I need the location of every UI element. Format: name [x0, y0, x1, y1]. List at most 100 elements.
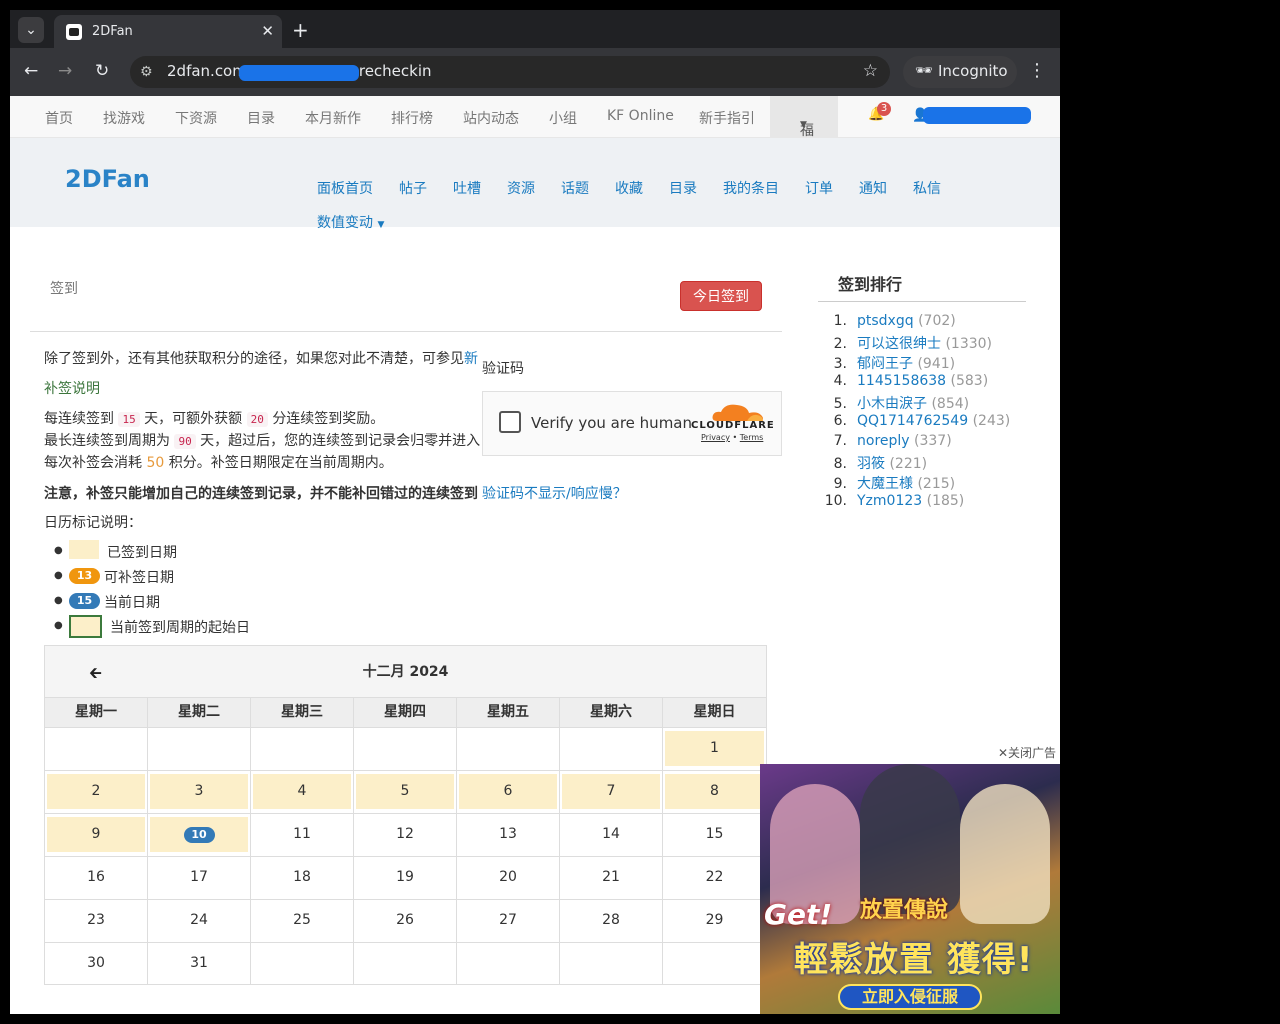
calendar-day[interactable]: 22 [663, 856, 766, 899]
game-ad-banner[interactable]: Get! 放置傳說 輕鬆放置 獲得! 立即入侵征服 [760, 764, 1060, 1014]
day-number: 4 [297, 783, 307, 799]
rank-user-link[interactable]: 可以这很绅士 [857, 336, 941, 352]
day-number: 17 [190, 869, 208, 885]
rank-user-link[interactable]: noreply [857, 433, 910, 449]
calendar-day[interactable]: 30 [45, 942, 148, 985]
calendar-day[interactable]: 31 [148, 942, 251, 985]
calendar-day[interactable]: 19 [354, 856, 457, 899]
day-number: 26 [396, 912, 414, 928]
subnav-link[interactable]: 面板首页 [317, 178, 373, 198]
calendar-day[interactable]: 13 [457, 813, 560, 856]
site-info-icon[interactable]: ⚙ [140, 64, 153, 80]
rank-number: 6. [833, 413, 847, 429]
fuli-dropdown[interactable]: 福利 ▼ [770, 96, 838, 159]
rank-user-link[interactable]: 小木由淚子 [857, 396, 927, 412]
calendar-day[interactable]: 17 [148, 856, 251, 899]
calendar-day[interactable]: 14 [560, 813, 663, 856]
tab-search-icon[interactable]: ⌄ [18, 17, 44, 43]
checkin-today-button[interactable]: 今日签到 [680, 281, 762, 311]
subnav-link[interactable]: 私信 [913, 178, 941, 198]
calendar-day[interactable]: 16 [45, 856, 148, 899]
browser-window: ⌄ 2DFan ✕ + ← → ↻ ⚙ 2dfan.com recheckin ☆… [10, 10, 1060, 1014]
calendar-day[interactable]: 3 [148, 770, 251, 813]
bookmark-star-icon[interactable]: ☆ [863, 61, 878, 81]
subnav-link[interactable]: 目录 [669, 178, 697, 198]
close-icon[interactable]: ✕ [261, 22, 274, 40]
calendar-day[interactable]: 10 [148, 813, 251, 856]
calendar-day[interactable]: 23 [45, 899, 148, 942]
caret-down-icon: ▼ [800, 120, 807, 130]
calendar-day[interactable]: 27 [457, 899, 560, 942]
reload-icon[interactable]: ↻ [95, 61, 109, 81]
subnav-link[interactable]: 订单 [805, 178, 833, 198]
subnav-link[interactable]: 资源 [507, 178, 535, 198]
subnav-link[interactable]: 话题 [561, 178, 589, 198]
ad-get-text: Get! [764, 898, 833, 931]
rank-number: 3. [833, 356, 847, 372]
rank-user-link[interactable]: 1145158638 [857, 373, 946, 389]
rank-user-link[interactable]: Yzm0123 [857, 493, 922, 509]
calendar-day[interactable]: 24 [148, 899, 251, 942]
close-ad-button[interactable]: ✕关闭广告 [998, 744, 1056, 761]
subnav-link[interactable]: 我的条目 [723, 178, 779, 198]
nav-item[interactable]: 站内动态 [463, 108, 519, 128]
nav-item[interactable]: 小组 [549, 108, 577, 128]
calendar-day[interactable]: 8 [663, 770, 766, 813]
new-tab-icon[interactable]: + [292, 18, 309, 42]
rank-user-link[interactable]: 郁闷王子 [857, 356, 913, 372]
calendar-day[interactable]: 29 [663, 899, 766, 942]
calendar-day[interactable]: 2 [45, 770, 148, 813]
calendar-day[interactable]: 26 [354, 899, 457, 942]
nav-item[interactable]: 本月新作 [305, 108, 361, 128]
subnav-link[interactable]: 吐槽 [453, 178, 481, 198]
terms-link[interactable]: Terms [740, 433, 764, 442]
ranking-item: 6. QQ1714762549 (243) [822, 413, 1011, 429]
nav-item[interactable]: KF Online [607, 108, 674, 124]
nav-item[interactable]: 首页 [45, 108, 73, 128]
address-bar[interactable]: ⚙ 2dfan.com recheckin ☆ [130, 56, 890, 88]
calendar-empty-cell [251, 942, 354, 985]
verify-checkbox[interactable] [499, 411, 521, 433]
calendar-empty-cell [251, 727, 354, 770]
browser-tab[interactable]: 2DFan ✕ [54, 15, 282, 48]
calendar-day[interactable]: 1 [663, 727, 766, 770]
calendar-day[interactable]: 5 [354, 770, 457, 813]
calendar-day[interactable]: 11 [251, 813, 354, 856]
privacy-link[interactable]: Privacy [701, 433, 730, 442]
forward-icon[interactable]: → [58, 61, 72, 81]
day-number: 19 [396, 869, 414, 885]
calendar-day[interactable]: 20 [457, 856, 560, 899]
brand-logo[interactable]: 2DFan [65, 165, 150, 193]
menu-kebab-icon[interactable]: ⋮ [1028, 60, 1046, 81]
calendar-day[interactable]: 9 [45, 813, 148, 856]
calendar-day[interactable]: 18 [251, 856, 354, 899]
calendar-day[interactable]: 28 [560, 899, 663, 942]
calendar-day[interactable]: 7 [560, 770, 663, 813]
intro-link[interactable]: 新 [464, 351, 478, 367]
nav-item[interactable]: 新手指引 [699, 108, 755, 128]
nav-item[interactable]: 排行榜 [391, 108, 433, 128]
rank-user-link[interactable]: 羽筱 [857, 456, 885, 472]
subnav-link[interactable]: 通知 [859, 178, 887, 198]
rank-user-link[interactable]: 大魔王様 [857, 476, 913, 492]
rule-line-2: 最长连续签到周期为 90 天，超过后，您的连续签到记录会归零并进入 [44, 433, 481, 449]
calendar-day[interactable]: 12 [354, 813, 457, 856]
ad-cta-button[interactable]: 立即入侵征服 [838, 984, 982, 1010]
ad-game-logo: 放置傳說 [860, 898, 949, 923]
calendar-day[interactable]: 25 [251, 899, 354, 942]
nav-item[interactable]: 目录 [247, 108, 275, 128]
back-icon[interactable]: ← [24, 61, 38, 81]
subnav-link[interactable]: 收藏 [615, 178, 643, 198]
value-change-dropdown[interactable]: 数值变动 ▼ [317, 212, 384, 232]
rank-user-link[interactable]: ptsdxgq [857, 313, 914, 329]
rank-user-link[interactable]: QQ1714762549 [857, 413, 968, 429]
nav-item[interactable]: 下资源 [175, 108, 217, 128]
captcha-help-link[interactable]: 验证码不显示/响应慢？ [482, 483, 627, 503]
subnav-link[interactable]: 帖子 [399, 178, 427, 198]
calendar-day[interactable]: 15 [663, 813, 766, 856]
calendar-day[interactable]: 6 [457, 770, 560, 813]
nav-item[interactable]: 找游戏 [103, 108, 145, 128]
calendar-day[interactable]: 21 [560, 856, 663, 899]
calendar-day[interactable]: 4 [251, 770, 354, 813]
incognito-indicator[interactable]: 🕶 Incognito [903, 56, 1017, 88]
